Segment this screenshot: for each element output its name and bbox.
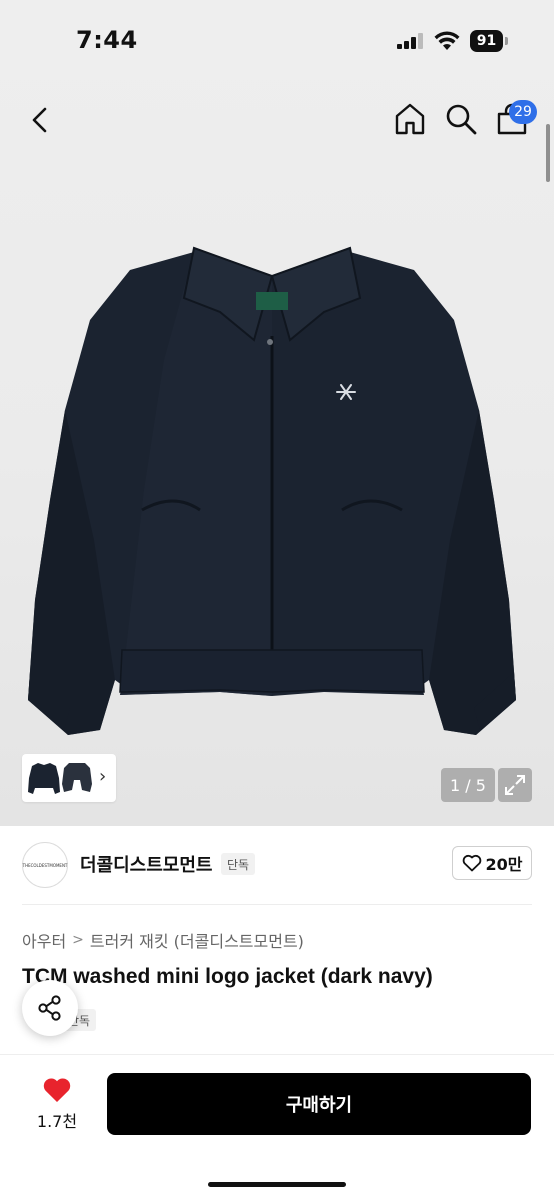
- seller-logo[interactable]: THECOLDESTMOMENT: [22, 842, 68, 888]
- signal-icon: [397, 33, 423, 49]
- thumbnail-arrow[interactable]: ›: [99, 766, 106, 787]
- back-icon[interactable]: [26, 104, 54, 136]
- battery-level: 91: [470, 30, 503, 52]
- share-button[interactable]: [22, 980, 78, 1036]
- search-icon[interactable]: [444, 102, 478, 136]
- buy-button[interactable]: 구매하기: [107, 1073, 531, 1135]
- divider: [22, 904, 532, 905]
- cart-count-badge[interactable]: 29: [509, 100, 537, 124]
- breadcrumb-category[interactable]: 아우터: [22, 928, 66, 952]
- seller-like-count: 20만: [485, 855, 523, 874]
- image-counter: 1 / 5: [441, 768, 495, 802]
- product-image-area[interactable]: 7:44 91 29 › 1 / 5: [0, 0, 554, 826]
- thumbnail-strip[interactable]: ›: [22, 754, 116, 802]
- expand-icon: [505, 775, 525, 795]
- thumbnail-back[interactable]: [60, 760, 94, 796]
- status-time: 7:44: [76, 26, 138, 54]
- product-title: TCM washed mini logo jacket (dark navy): [22, 965, 433, 988]
- heart-outline-icon: [462, 854, 481, 872]
- battery-icon: 91: [470, 30, 510, 52]
- expand-button[interactable]: [498, 768, 532, 802]
- share-icon: [38, 995, 61, 1021]
- wifi-icon: [434, 31, 460, 50]
- breadcrumb-subcategory[interactable]: 트러커 재킷 (더콜디스트모먼트): [90, 928, 304, 952]
- product-photo-jacket[interactable]: [24, 240, 520, 740]
- scrollbar[interactable]: [546, 124, 550, 182]
- home-indicator[interactable]: [208, 1182, 346, 1187]
- breadcrumb: 아우터 > 트러커 재킷 (더콜디스트모먼트): [22, 928, 304, 952]
- heart-filled-icon[interactable]: [42, 1077, 72, 1103]
- seller-name[interactable]: 더콜디스트모먼트: [80, 851, 212, 877]
- thumbnail-front[interactable]: [27, 760, 61, 796]
- seller-logo-text: THECOLDESTMOMENT: [22, 862, 68, 868]
- seller-like-button[interactable]: 20만: [452, 846, 532, 880]
- product-like-count: 1.7천: [36, 1112, 78, 1131]
- status-bar: 7:44 91: [0, 0, 554, 80]
- home-icon[interactable]: [393, 102, 427, 136]
- chevron-right-icon: >: [72, 932, 84, 948]
- exclusive-badge: 단독: [221, 853, 256, 875]
